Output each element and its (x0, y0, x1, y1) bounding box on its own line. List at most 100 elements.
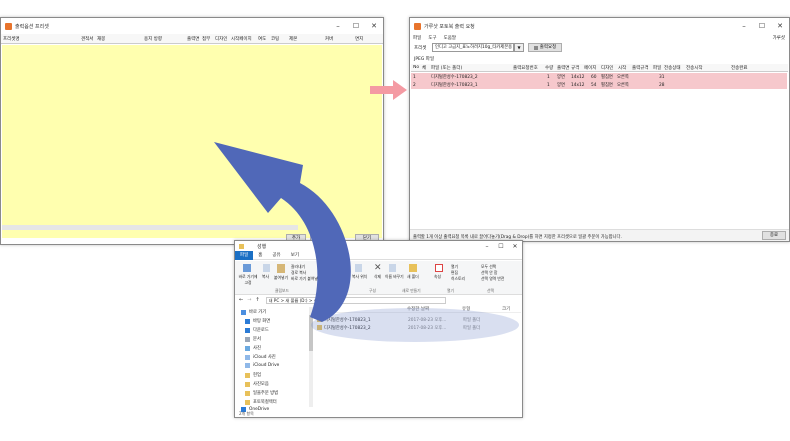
ribbon-item[interactable]: 붙여넣기 (274, 275, 288, 281)
col-header[interactable]: 출력요청번호 (511, 65, 543, 71)
minimize-icon[interactable]: – (735, 22, 753, 30)
col-header[interactable]: 시작 (616, 65, 630, 71)
move-icon[interactable] (339, 264, 346, 272)
col-header[interactable]: 유형 (460, 306, 500, 312)
col-header[interactable]: 시작페이지 (229, 36, 256, 42)
forward-icon[interactable]: → (247, 297, 251, 303)
col-header[interactable]: 페이지 (582, 65, 599, 71)
ribbon-item[interactable]: 이름 바꾸기 (385, 274, 404, 280)
new-folder-icon[interactable] (409, 264, 417, 272)
maximize-icon[interactable]: ☐ (753, 22, 771, 30)
nav-icloud-drive[interactable]: iCloud Drive (245, 363, 279, 368)
pin-icon[interactable] (243, 264, 251, 272)
col-header[interactable]: 체 (420, 65, 429, 71)
col-header[interactable]: 이름 (315, 306, 405, 312)
ribbon-item[interactable]: 속성 (434, 274, 441, 280)
col-header[interactable]: 여도 (256, 36, 269, 42)
col-header[interactable]: 크기 (500, 306, 520, 312)
col-header[interactable]: 출력면 (555, 65, 569, 71)
col-header[interactable]: 전송시작 (684, 65, 729, 71)
ribbon-item[interactable]: 바로 가기 붙여넣기 (291, 276, 321, 282)
col-header[interactable]: 프리셋명 (1, 36, 79, 42)
tab-file[interactable]: 파일 (235, 250, 254, 260)
ribbon-item[interactable]: 바로 가기에 고정 (237, 274, 259, 286)
minimize-icon[interactable]: – (329, 22, 347, 30)
preset-window-titlebar[interactable]: 출력옵션 프리셋 – ☐ ✕ (1, 18, 383, 34)
col-header[interactable]: 코팅 (269, 36, 287, 42)
table-row[interactable]: 2 디지털한성수-170823_1 1 양면 14x12 54 펼침면 오른쪽 … (411, 81, 787, 89)
list-item[interactable]: 디지털한성수-170823_2 2017-08-23 오후... 파일 폴더 (315, 324, 515, 331)
col-header[interactable]: 전송완료 (729, 65, 769, 71)
nav-quick-access[interactable]: 바로 가기 (241, 309, 266, 315)
nav-pictures[interactable]: 사진 (245, 345, 261, 351)
preset-select[interactable]: 인디고 고급지_표노하려지10g_타카제본용 (432, 43, 514, 52)
col-header[interactable]: 출력면 (185, 36, 200, 42)
ribbon-item[interactable]: 삭제 (374, 274, 381, 280)
col-header[interactable]: 수량 (543, 65, 555, 71)
properties-icon[interactable] (435, 264, 443, 272)
col-header[interactable]: 파일 (651, 65, 662, 71)
col-header[interactable]: 제본 (287, 36, 323, 42)
back-icon[interactable]: ← (239, 297, 243, 303)
maximize-icon[interactable]: ☐ (494, 243, 508, 250)
tab-home[interactable]: 홈 (253, 252, 267, 258)
preset-list-area[interactable] (2, 45, 382, 238)
ribbon-item[interactable]: 히스토리 (451, 276, 465, 282)
request-output-button[interactable]: 출력요청 (528, 43, 562, 52)
scroll-thumb[interactable] (309, 315, 313, 351)
col-header[interactable]: 규격 (569, 65, 582, 71)
col-header[interactable]: 접부 (200, 36, 213, 42)
copy-to-icon[interactable] (355, 264, 362, 272)
col-header[interactable]: 커버 (323, 36, 353, 42)
explorer-titlebar[interactable]: 성행 – ☐ ✕ (235, 241, 522, 251)
nav-folder[interactable]: 현업 (245, 372, 261, 378)
col-header[interactable]: 파일 (또는 폴더) (429, 65, 511, 71)
paste-icon[interactable] (277, 264, 285, 273)
col-header[interactable]: 견적서 (79, 36, 95, 42)
delete-icon[interactable]: ✕ (374, 263, 382, 273)
table-row[interactable]: 1 디지털한성수-170823_2 1 양면 14x12 60 펼침면 오른쪽 … (411, 73, 787, 81)
menu-help[interactable]: 도움말 (444, 35, 456, 41)
exit-button[interactable]: 종료 (762, 231, 786, 240)
col-header[interactable]: 디자인 (213, 36, 229, 42)
nav-documents[interactable]: 문서 (245, 336, 261, 342)
menu-tools[interactable]: 도구 (428, 35, 436, 41)
nav-desktop[interactable]: 바탕 화면 (245, 318, 270, 324)
col-header[interactable]: 출력규격 (630, 65, 651, 71)
address-input[interactable]: 내 PC > 새 볼륨 (D:) > 성행 (265, 296, 446, 304)
preset-dropdown-icon[interactable]: ▼ (514, 43, 524, 52)
maximize-icon[interactable]: ☐ (347, 22, 365, 30)
ribbon-item[interactable]: 새 폴더 (407, 274, 419, 280)
col-header[interactable]: 수정한 날짜 (405, 306, 460, 312)
col-header[interactable]: No (411, 65, 420, 70)
tab-view[interactable]: 보기 (286, 252, 304, 258)
list-item[interactable]: 디지털한성수-170823_1 2017-08-23 오후... 파일 폴더 (315, 316, 515, 323)
nav-scrollbar[interactable] (309, 307, 313, 407)
copy-icon[interactable] (263, 264, 270, 272)
minimize-icon[interactable]: – (480, 243, 494, 250)
nav-folder[interactable]: 일을주문 방법 (245, 390, 278, 396)
close-icon[interactable]: ✕ (771, 22, 789, 30)
col-header[interactable]: 용지 방향 (142, 36, 185, 42)
horizontal-scrollbar[interactable] (2, 225, 298, 230)
tab-share[interactable]: 공유 (267, 252, 285, 258)
nav-icloud-photos[interactable]: iCloud 사진 (245, 354, 276, 360)
close-icon[interactable]: ✕ (365, 22, 383, 30)
nav-folder[interactable]: 포토북컬렉터 (245, 399, 277, 405)
nav-folder[interactable]: 사진모음 (245, 381, 269, 387)
ribbon-item[interactable]: 복사 위치 (352, 274, 367, 280)
ribbon-item[interactable]: 선택 영역 반전 (481, 276, 504, 282)
up-icon[interactable]: ↑ (255, 297, 259, 303)
col-header[interactable]: 면지 (353, 36, 373, 42)
menu-file[interactable]: 파일 (413, 35, 421, 41)
request-window-titlebar[interactable]: 가루샷 포토북 출력 요청 – ☐ ✕ (410, 18, 789, 34)
rename-icon[interactable] (389, 264, 396, 272)
nav-downloads[interactable]: 다운로드 (245, 327, 269, 333)
col-header[interactable]: 전송상태 (662, 65, 684, 71)
col-header[interactable]: 재봉 (95, 36, 142, 42)
ribbon-item[interactable]: 복사 (262, 274, 269, 280)
icloud-icon (245, 354, 250, 360)
close-icon[interactable]: ✕ (508, 243, 522, 250)
col-header[interactable]: 디자인 (599, 65, 616, 71)
ribbon-item[interactable]: 이동 위치 (335, 274, 350, 280)
